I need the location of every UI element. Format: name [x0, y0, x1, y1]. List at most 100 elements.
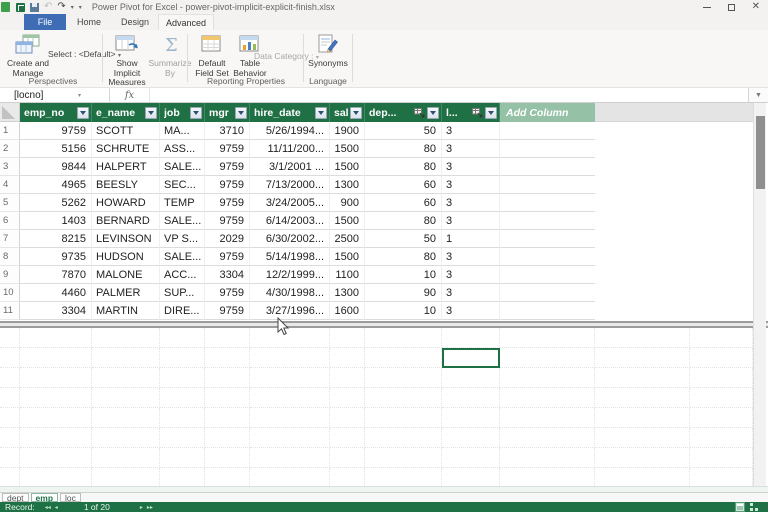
data-cell[interactable]: BEESLY	[92, 176, 160, 194]
restore-icon[interactable]	[728, 4, 735, 11]
data-cell[interactable]: 1500	[330, 212, 365, 230]
row-number[interactable]: 2	[0, 140, 20, 158]
measure-cell[interactable]	[442, 388, 500, 408]
row-number[interactable]: 3	[0, 158, 20, 176]
measure-cell[interactable]	[205, 328, 250, 348]
data-cell[interactable]: 50	[365, 122, 442, 140]
data-cell[interactable]: 3	[442, 212, 500, 230]
data-cell[interactable]: 9759	[205, 140, 250, 158]
measure-cell[interactable]	[595, 408, 690, 428]
row-number[interactable]: 4	[0, 176, 20, 194]
measure-cell[interactable]	[20, 348, 92, 368]
data-cell[interactable]: 3	[442, 194, 500, 212]
column-header-l[interactable]: l...	[442, 103, 500, 122]
data-cell[interactable]: ACC...	[160, 266, 205, 284]
data-cell[interactable]: HUDSON	[92, 248, 160, 266]
filter-icon[interactable]	[350, 107, 362, 119]
add-column-cell[interactable]	[500, 266, 595, 284]
data-cell[interactable]: 3	[442, 158, 500, 176]
data-cell[interactable]: MA...	[160, 122, 205, 140]
data-cell[interactable]: SALE...	[160, 248, 205, 266]
data-cell[interactable]: 3	[442, 266, 500, 284]
measure-cell[interactable]	[690, 388, 753, 408]
data-cell[interactable]: 1300	[330, 176, 365, 194]
data-cell[interactable]: 2500	[330, 230, 365, 248]
measure-cell[interactable]	[92, 328, 160, 348]
tab-advanced[interactable]: Advanced	[158, 14, 214, 30]
data-cell[interactable]: SEC...	[160, 176, 205, 194]
data-cell[interactable]: 3/24/2005...	[250, 194, 330, 212]
data-cell[interactable]: MARTIN	[92, 302, 160, 320]
measure-cell[interactable]	[205, 348, 250, 368]
measure-cell[interactable]	[205, 388, 250, 408]
show-implicit-measures-button[interactable]: Show Implicit Measures	[105, 33, 149, 88]
filter-icon[interactable]	[235, 107, 247, 119]
data-cell[interactable]: 80	[365, 212, 442, 230]
name-box-dropdown-icon[interactable]: ▾	[78, 92, 81, 99]
measure-cell[interactable]	[330, 348, 365, 368]
add-column-cell[interactable]	[500, 230, 595, 248]
measure-cell[interactable]	[0, 368, 20, 388]
measure-cell[interactable]	[690, 368, 753, 388]
data-cell[interactable]: 60	[365, 176, 442, 194]
measure-cell[interactable]	[330, 448, 365, 468]
measure-cell[interactable]	[205, 428, 250, 448]
selected-measure-cell[interactable]	[442, 348, 500, 368]
measure-cell[interactable]	[160, 408, 205, 428]
measure-cell[interactable]	[92, 408, 160, 428]
data-cell[interactable]: 9735	[20, 248, 92, 266]
measure-cell[interactable]	[330, 408, 365, 428]
measure-cell[interactable]	[595, 368, 690, 388]
last-record-icon[interactable]: ▸▸	[147, 504, 153, 511]
vertical-scrollbar[interactable]	[753, 103, 766, 486]
first-record-icon[interactable]: ◂◂	[45, 504, 51, 511]
measure-cell[interactable]	[0, 348, 20, 368]
data-cell[interactable]: 9759	[205, 248, 250, 266]
measure-cell[interactable]	[0, 408, 20, 428]
data-cell[interactable]: 3/1/2001 ...	[250, 158, 330, 176]
measure-cell[interactable]	[500, 428, 595, 448]
tab-design[interactable]: Design	[112, 14, 158, 30]
measure-cell[interactable]	[160, 328, 205, 348]
measure-cell[interactable]	[595, 388, 690, 408]
row-number[interactable]: 5	[0, 194, 20, 212]
column-header-dep[interactable]: dep...	[365, 103, 442, 122]
sheet-tab-emp[interactable]: emp	[31, 493, 58, 502]
data-cell[interactable]: 5/26/1994...	[250, 122, 330, 140]
measure-cell[interactable]	[690, 348, 753, 368]
measure-cell[interactable]	[0, 448, 20, 468]
data-cell[interactable]: 90	[365, 284, 442, 302]
data-cell[interactable]: 3/27/1996...	[250, 302, 330, 320]
data-cell[interactable]: PALMER	[92, 284, 160, 302]
measure-cell[interactable]	[442, 328, 500, 348]
measure-cell[interactable]	[20, 468, 92, 486]
excel-icon[interactable]	[16, 3, 25, 12]
measure-cell[interactable]	[250, 388, 330, 408]
measure-cell[interactable]	[500, 328, 595, 348]
data-cell[interactable]: ASS...	[160, 140, 205, 158]
measure-cell[interactable]	[92, 428, 160, 448]
data-cell[interactable]: 9759	[20, 122, 92, 140]
data-cell[interactable]: 1300	[330, 284, 365, 302]
filter-icon[interactable]	[485, 107, 497, 119]
data-cell[interactable]: 5156	[20, 140, 92, 158]
data-cell[interactable]: BERNARD	[92, 212, 160, 230]
data-cell[interactable]: 7870	[20, 266, 92, 284]
add-column-cell[interactable]	[500, 158, 595, 176]
measure-cell[interactable]	[205, 408, 250, 428]
data-cell[interactable]: 10	[365, 302, 442, 320]
data-cell[interactable]: LEVINSON	[92, 230, 160, 248]
data-cell[interactable]: 50	[365, 230, 442, 248]
measure-cell[interactable]	[442, 408, 500, 428]
measure-cell[interactable]	[690, 328, 753, 348]
measure-cell[interactable]	[595, 448, 690, 468]
measure-cell[interactable]	[20, 388, 92, 408]
filter-icon[interactable]	[77, 107, 89, 119]
measure-cell[interactable]	[250, 408, 330, 428]
data-cell[interactable]: SCOTT	[92, 122, 160, 140]
expand-formula-bar-icon[interactable]: ▼	[748, 88, 768, 102]
measure-cell[interactable]	[365, 368, 442, 388]
diagram-view-icon[interactable]	[750, 503, 758, 511]
synonyms-button[interactable]: Synonyms	[306, 33, 350, 69]
measure-cell[interactable]	[500, 468, 595, 486]
